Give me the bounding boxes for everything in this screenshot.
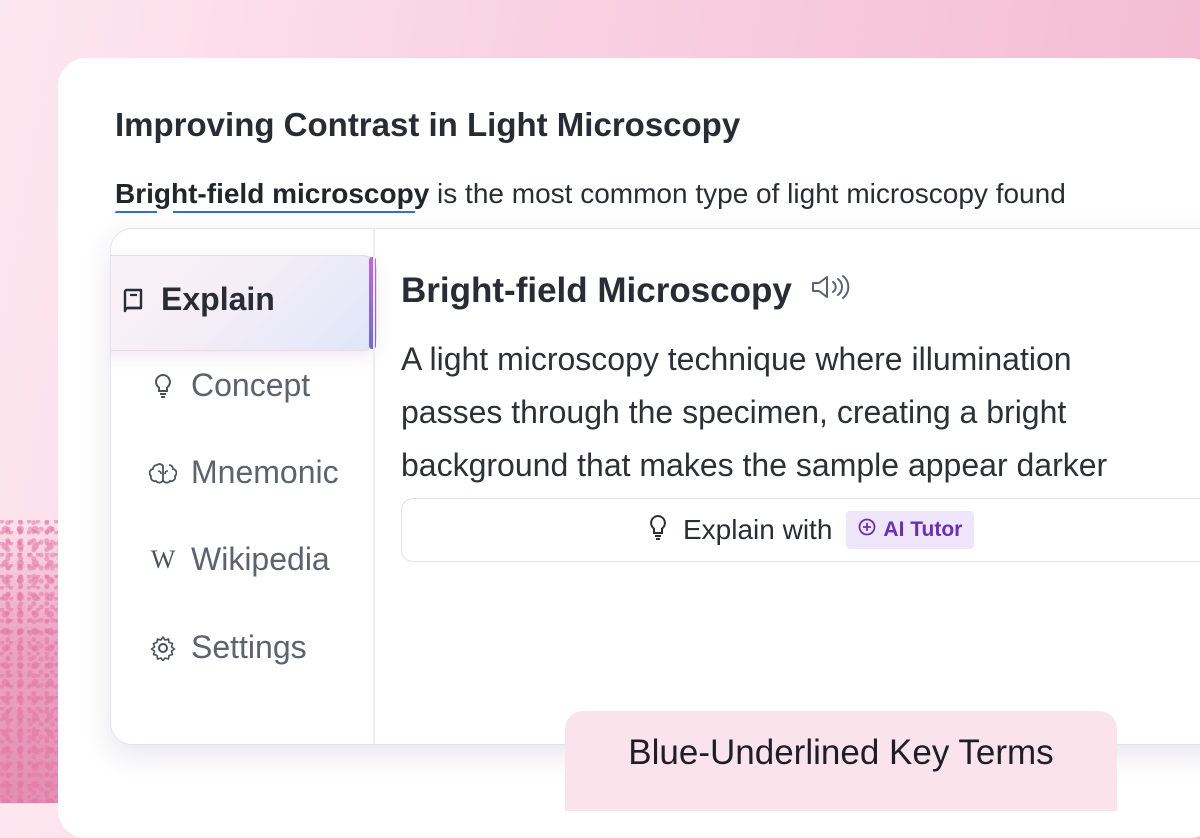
definition-title: Bright-field Microscopy (401, 271, 792, 310)
tab-label: Mnemonic (191, 454, 339, 490)
wikipedia-icon: W (150, 544, 176, 574)
paragraph-text: is the most common type of light microsc… (429, 178, 1066, 209)
tab-explain[interactable]: Explain (119, 281, 275, 318)
tab-label: Explain (161, 281, 275, 317)
document-paragraph: Bright-field microscopy is the most comm… (115, 175, 1200, 213)
tab-label: Wikipedia (191, 541, 330, 577)
sparkle-icon (858, 518, 876, 542)
document-title: Improving Contrast in Light Microscopy (115, 106, 741, 143)
tab-label: Concept (191, 367, 311, 403)
ai-tutor-badge: AI Tutor (846, 511, 975, 549)
lightbulb-icon (149, 372, 177, 400)
sidebar-divider (373, 229, 375, 744)
tab-label: Settings (191, 629, 307, 665)
key-term-link[interactable]: Bright-field microscopy (115, 178, 429, 209)
ai-badge-label: AI Tutor (883, 518, 963, 541)
explain-popover: Explain Concept Mnemonic W Wikipedia Set… (110, 228, 1200, 745)
brain-icon (149, 459, 177, 487)
definition-text: A light microscopy technique where illum… (401, 333, 1200, 492)
tab-concept[interactable]: Concept (149, 367, 310, 404)
tab-wikipedia[interactable]: W Wikipedia (149, 541, 330, 578)
tab-mnemonic[interactable]: Mnemonic (149, 454, 339, 491)
definition-line: background that makes the sample appear … (401, 447, 1108, 483)
lightbulb-icon (647, 514, 669, 547)
explain-label: Explain with (683, 514, 833, 545)
explain-with-ai-button[interactable]: Explain with AI Tutor (401, 498, 1200, 562)
tab-settings[interactable]: Settings (149, 629, 307, 666)
book-icon (119, 286, 147, 314)
definition-line: passes through the specimen, creating a … (401, 394, 1067, 430)
definition-line: A light microscopy technique where illum… (401, 341, 1072, 377)
feature-caption: Blue-Underlined Key Terms (565, 711, 1117, 811)
gear-icon (149, 634, 177, 662)
speaker-icon[interactable] (810, 271, 850, 311)
definition-header: Bright-field Microscopy (401, 271, 850, 311)
